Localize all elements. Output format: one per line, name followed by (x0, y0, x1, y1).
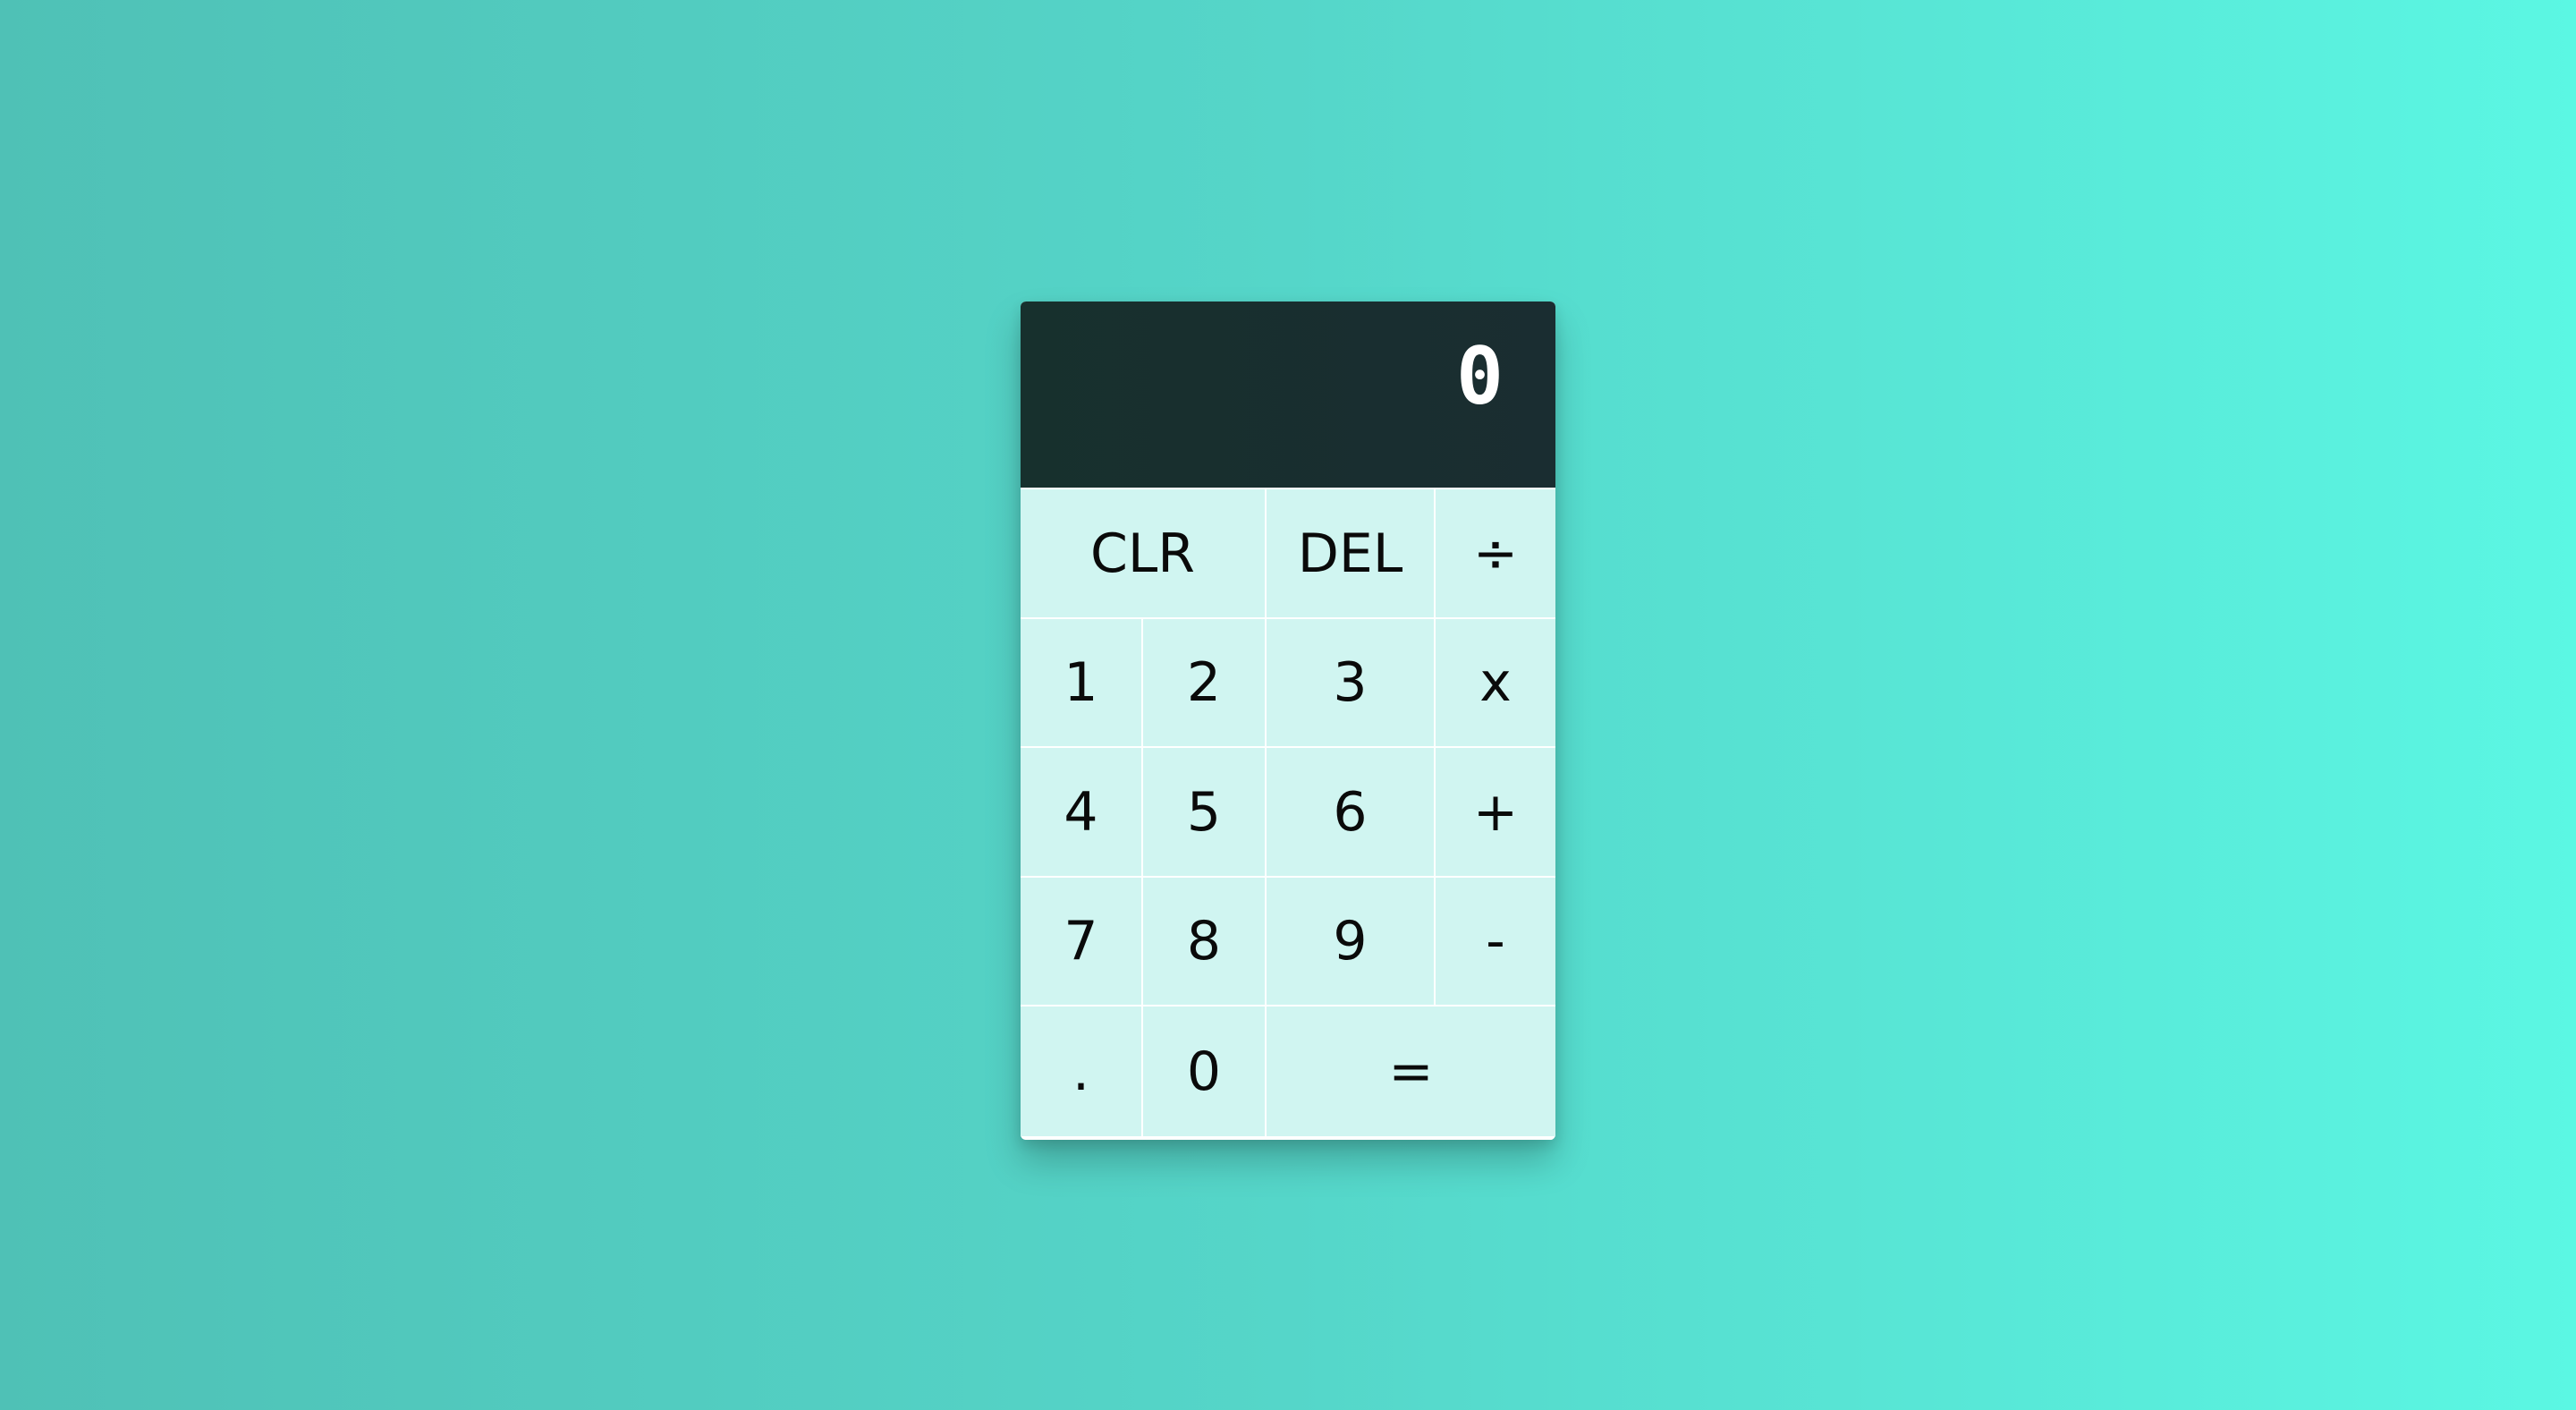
decimal-point-button[interactable]: . (1021, 1007, 1141, 1136)
digit-9-button[interactable]: 9 (1267, 878, 1434, 1005)
digit-8-button[interactable]: 8 (1143, 878, 1265, 1005)
equals-button[interactable]: = (1267, 1007, 1555, 1136)
minus-button[interactable]: - (1436, 878, 1555, 1005)
digit-5-button[interactable]: 5 (1143, 748, 1265, 876)
digit-1-button[interactable]: 1 (1021, 619, 1141, 746)
multiply-button[interactable]: x (1436, 619, 1555, 746)
calculator: 0 CLR DEL ÷ 1 2 3 x 4 5 6 + 7 8 9 - . 0 … (1021, 302, 1555, 1140)
clear-button[interactable]: CLR (1021, 489, 1265, 617)
delete-button[interactable]: DEL (1267, 489, 1434, 617)
digit-4-button[interactable]: 4 (1021, 748, 1141, 876)
display-value: 0 (1456, 330, 1504, 422)
digit-0-button[interactable]: 0 (1143, 1007, 1265, 1136)
digit-6-button[interactable]: 6 (1267, 748, 1434, 876)
digit-3-button[interactable]: 3 (1267, 619, 1434, 746)
digit-7-button[interactable]: 7 (1021, 878, 1141, 1005)
keypad: CLR DEL ÷ 1 2 3 x 4 5 6 + 7 8 9 - . 0 = (1021, 489, 1555, 1140)
display-panel: 0 (1021, 302, 1555, 488)
digit-2-button[interactable]: 2 (1143, 619, 1265, 746)
divide-button[interactable]: ÷ (1436, 489, 1555, 617)
plus-button[interactable]: + (1436, 748, 1555, 876)
